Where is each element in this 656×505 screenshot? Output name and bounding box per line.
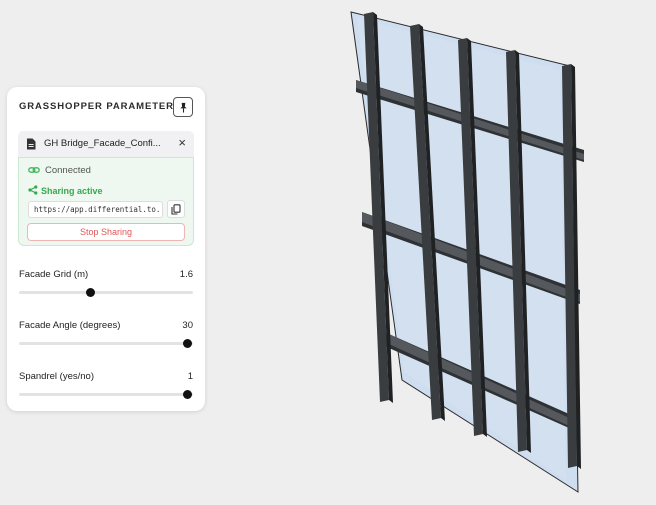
sharing-status-box: Connected Sharing active https://app.dif… (18, 157, 194, 246)
document-icon (27, 138, 36, 150)
slider-label: Facade Grid (m) (19, 269, 89, 280)
stop-sharing-button[interactable]: Stop Sharing (27, 223, 185, 241)
link-icon (28, 167, 40, 173)
sharing-status: Sharing active (41, 186, 103, 196)
connection-status: Connected (45, 165, 91, 176)
pin-button[interactable] (173, 97, 193, 117)
copy-icon (171, 203, 181, 215)
slider-track[interactable] (19, 390, 193, 399)
slider-value: 1.6 (179, 269, 193, 280)
slider-value: 30 (182, 320, 193, 331)
pin-icon (179, 102, 187, 113)
slider-label: Spandrel (yes/no) (19, 371, 94, 382)
panel-title: GRASSHOPPER PARAMETERS (19, 101, 182, 112)
slider-track[interactable] (19, 288, 193, 297)
close-icon[interactable]: × (178, 136, 186, 150)
slider-label: Facade Angle (degrees) (19, 320, 121, 331)
slider-knob[interactable] (85, 288, 95, 297)
slider-knob[interactable] (183, 390, 193, 399)
parameters-panel: GRASSHOPPER PARAMETERS GH Bridge_Facade_… (7, 87, 205, 411)
file-name: GH Bridge_Facade_Confi... (44, 138, 161, 149)
share-icon (28, 185, 38, 195)
share-url-field[interactable]: https://app.differential.to... (28, 201, 163, 218)
slider-value: 1 (187, 371, 193, 382)
copy-button[interactable] (167, 200, 185, 218)
file-row: GH Bridge_Facade_Confi... × (18, 131, 194, 157)
slider-knob[interactable] (183, 339, 193, 348)
slider-track[interactable] (19, 339, 193, 348)
